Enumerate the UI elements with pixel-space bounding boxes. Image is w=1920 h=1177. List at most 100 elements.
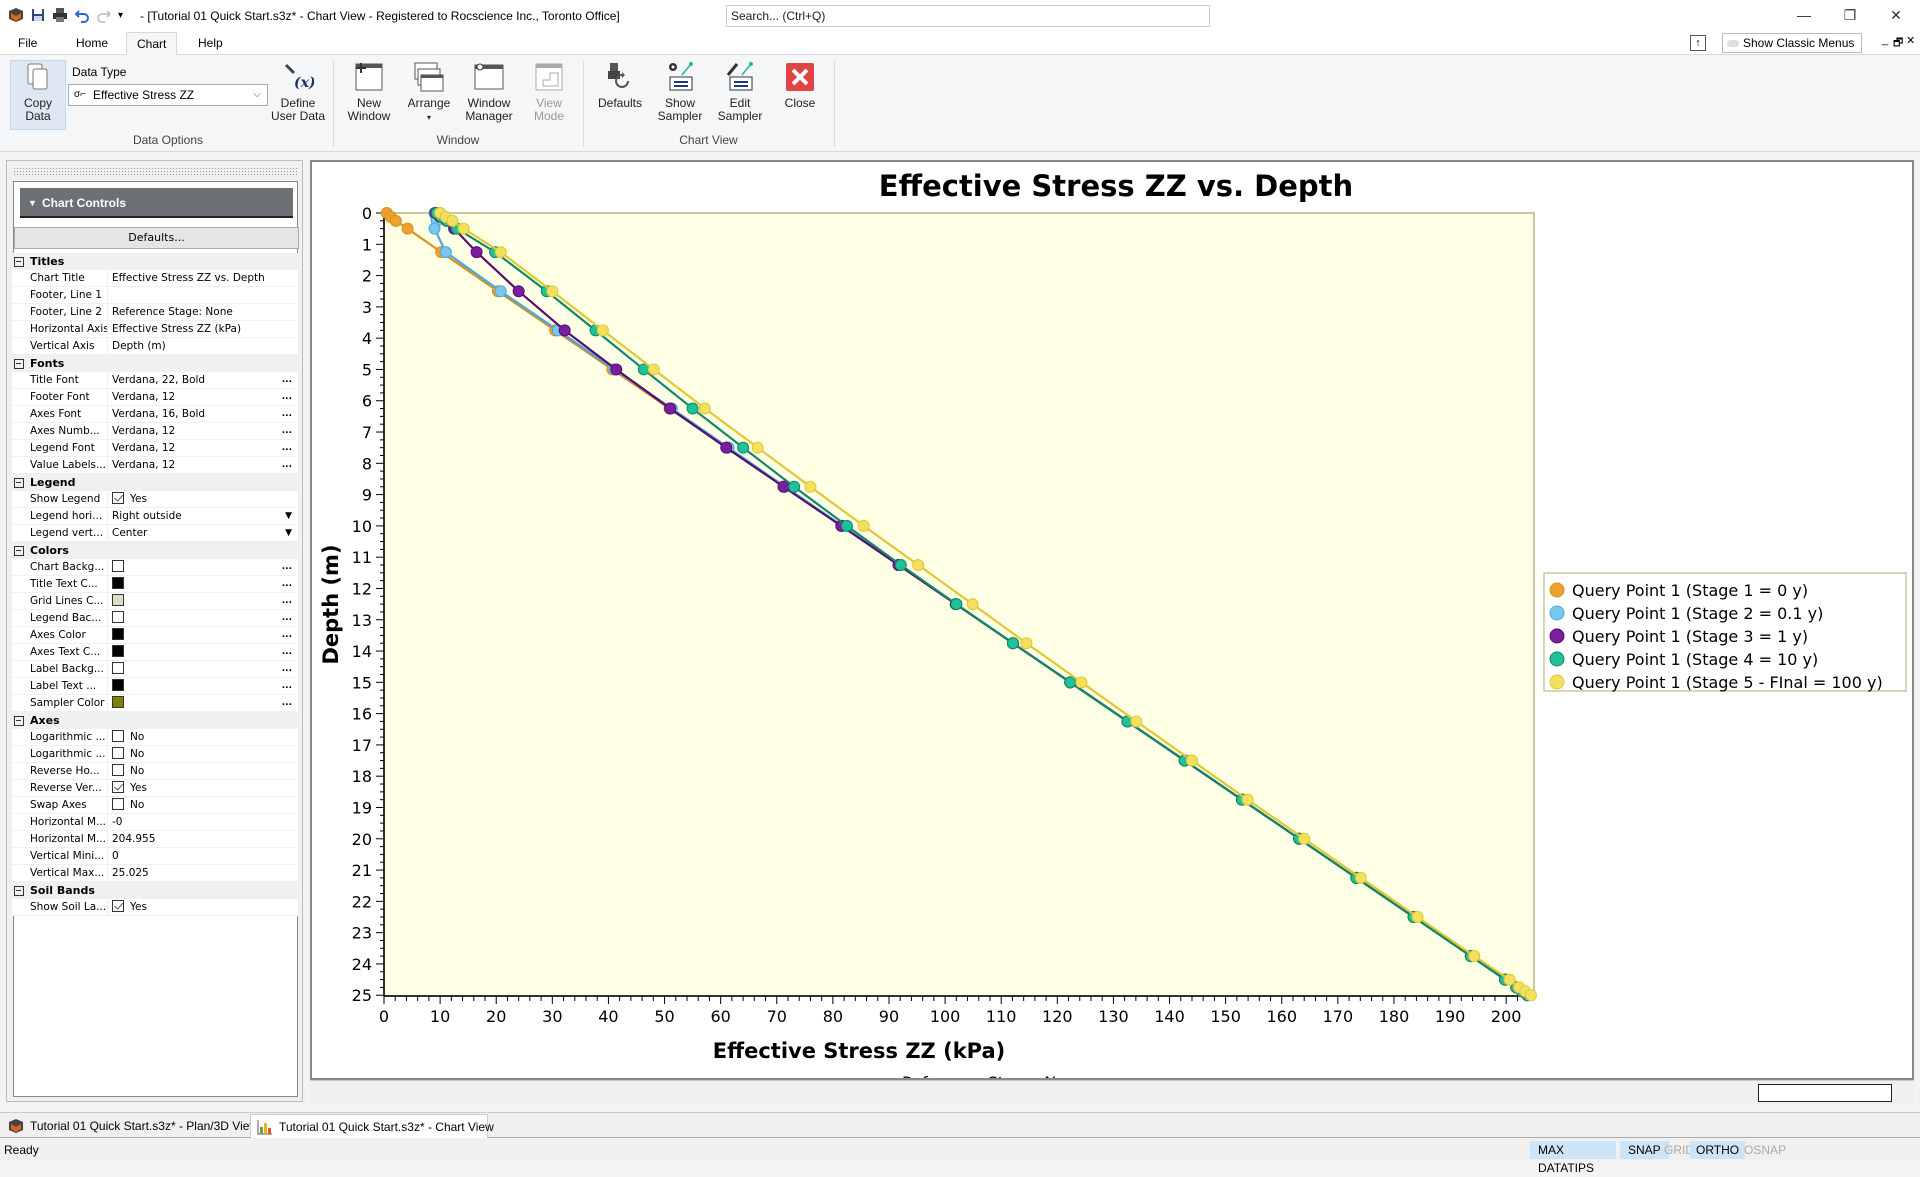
property-value[interactable]: ...	[108, 661, 298, 677]
ellipsis-button[interactable]: ...	[282, 610, 292, 627]
edit-sampler-button[interactable]: Edit Sampler	[712, 61, 768, 123]
property-value[interactable]: No	[108, 746, 298, 762]
property-value[interactable]: 204.955	[108, 831, 298, 847]
ellipsis-button[interactable]: ...	[282, 372, 292, 389]
checkbox[interactable]	[112, 764, 124, 776]
color-swatch[interactable]	[112, 679, 124, 691]
property-value[interactable]: 0	[108, 848, 298, 864]
ellipsis-button[interactable]: ...	[282, 576, 292, 593]
property-row[interactable]: Vertical Mini... 0	[12, 848, 298, 865]
status-osnap[interactable]: OSNAP	[1740, 1141, 1790, 1159]
customize-toolbar-icon[interactable]: ▾	[118, 10, 123, 21]
mdi-minimize-button[interactable]: _	[1882, 34, 1888, 46]
property-value[interactable]: Verdana, 12...	[108, 423, 298, 439]
checkbox[interactable]	[112, 798, 124, 810]
property-value[interactable]: Center ▼	[108, 525, 298, 541]
property-value[interactable]: Verdana, 12...	[108, 389, 298, 405]
property-row[interactable]: Value Labels... Verdana, 12...	[12, 457, 298, 474]
view-mode-button[interactable]: View Mode	[522, 61, 576, 123]
show-classic-menus-toggle[interactable]: Show Classic Menus	[1722, 33, 1862, 53]
property-value[interactable]	[108, 287, 298, 303]
collapse-minus-icon[interactable]	[12, 712, 26, 729]
panel-drag-grip[interactable]	[13, 167, 298, 175]
color-swatch[interactable]	[112, 594, 124, 606]
ellipsis-button[interactable]: ...	[282, 440, 292, 457]
category-soil-bands[interactable]: Soil Bands	[12, 882, 298, 899]
property-row[interactable]: Chart Backg......	[12, 559, 298, 576]
checkbox[interactable]	[112, 900, 124, 912]
property-row[interactable]: Vertical Max... 25.025	[12, 865, 298, 882]
property-value[interactable]: Reference Stage: None	[108, 304, 298, 320]
mdi-restore-button[interactable]: 🗗	[1893, 34, 1903, 53]
property-value[interactable]: ...	[108, 695, 298, 711]
property-value[interactable]: Yes	[108, 899, 298, 915]
property-row[interactable]: Legend vert... Center ▼	[12, 525, 298, 542]
property-row[interactable]: Legend Font Verdana, 12...	[12, 440, 298, 457]
tab-home[interactable]: Home	[66, 32, 118, 55]
ellipsis-button[interactable]: ...	[282, 406, 292, 423]
chart[interactable]: Effective Stress ZZ vs. Depth 0 10 20 30 40 5…	[312, 162, 1912, 1078]
property-value[interactable]: ...	[108, 559, 298, 575]
property-row[interactable]: Axes Numb... Verdana, 12...	[12, 423, 298, 440]
property-row[interactable]: Horizontal M... 204.955	[12, 831, 298, 848]
ellipsis-button[interactable]: ...	[282, 695, 292, 712]
copy-data-button[interactable]: Copy Data	[10, 60, 66, 130]
property-value[interactable]: Effective Stress ZZ vs. Depth	[108, 270, 298, 286]
property-row[interactable]: Label Text ......	[12, 678, 298, 695]
restore-button[interactable]: ❐	[1830, 4, 1870, 26]
checkbox[interactable]	[112, 781, 124, 793]
close-window-button[interactable]: ✕	[1876, 4, 1916, 26]
property-value[interactable]: No	[108, 763, 298, 779]
dropdown-arrow-icon[interactable]: ▼	[285, 508, 292, 525]
ellipsis-button[interactable]: ...	[282, 389, 292, 406]
chart-controls-header[interactable]: ▼ Chart Controls	[20, 188, 293, 218]
tab-help[interactable]: Help	[188, 32, 233, 55]
property-value[interactable]: Yes	[108, 491, 298, 507]
property-row[interactable]: Vertical Axis Depth (m)	[12, 338, 298, 355]
property-value[interactable]: No	[108, 797, 298, 813]
property-row[interactable]: Reverse Ver... Yes	[12, 780, 298, 797]
collapse-minus-icon[interactable]	[12, 882, 26, 899]
show-sampler-button[interactable]: Show Sampler	[652, 61, 708, 123]
collapse-minus-icon[interactable]	[12, 474, 26, 491]
ellipsis-button[interactable]: ...	[282, 678, 292, 695]
close-chart-button[interactable]: Close	[772, 61, 828, 110]
checkbox[interactable]	[112, 492, 124, 504]
arrange-button[interactable]: Arrange ▾	[402, 61, 456, 124]
property-value[interactable]: 25.025	[108, 865, 298, 881]
tab-chart[interactable]: Chart	[126, 32, 178, 55]
checkbox[interactable]	[112, 730, 124, 742]
ellipsis-button[interactable]: ...	[282, 423, 292, 440]
property-value[interactable]: No	[108, 729, 298, 745]
print-icon[interactable]	[52, 7, 68, 23]
property-row[interactable]: Title Font Verdana, 22, Bold...	[12, 372, 298, 389]
checkbox[interactable]	[112, 747, 124, 759]
ellipsis-button[interactable]: ...	[282, 644, 292, 661]
property-row[interactable]: Reverse Ho... No	[12, 763, 298, 780]
property-row[interactable]: Show Soil La... Yes	[12, 899, 298, 916]
doc-tab-plan-3d[interactable]: Tutorial 01 Quick Start.s3z* - Plan/3D V…	[2, 1114, 258, 1138]
property-row[interactable]: Label Backg......	[12, 661, 298, 678]
search-input[interactable]: Search... (Ctrl+Q)	[726, 5, 1210, 27]
property-row[interactable]: Title Text C......	[12, 576, 298, 593]
color-swatch[interactable]	[112, 696, 124, 708]
tab-file[interactable]: File	[8, 32, 47, 55]
property-row[interactable]: Horizontal Axis Effective Stress ZZ (kPa)	[12, 321, 298, 338]
collapse-minus-icon[interactable]	[12, 253, 26, 270]
minimize-button[interactable]: —	[1784, 4, 1824, 26]
property-value[interactable]: Verdana, 16, Bold...	[108, 406, 298, 422]
property-value[interactable]: ...	[108, 644, 298, 660]
collapse-minus-icon[interactable]	[12, 355, 26, 372]
window-manager-button[interactable]: Window Manager	[460, 61, 518, 123]
property-value[interactable]: ...	[108, 576, 298, 592]
save-icon[interactable]	[30, 7, 46, 23]
ellipsis-button[interactable]: ...	[282, 559, 292, 576]
category-axes[interactable]: Axes	[12, 712, 298, 729]
define-user-data-button[interactable]: (x) Define User Data	[270, 61, 326, 123]
color-swatch[interactable]	[112, 560, 124, 572]
color-swatch[interactable]	[112, 662, 124, 674]
property-value[interactable]: Verdana, 12...	[108, 457, 298, 473]
ellipsis-button[interactable]: ...	[282, 593, 292, 610]
property-value[interactable]: Depth (m)	[108, 338, 298, 354]
color-swatch[interactable]	[112, 577, 124, 589]
